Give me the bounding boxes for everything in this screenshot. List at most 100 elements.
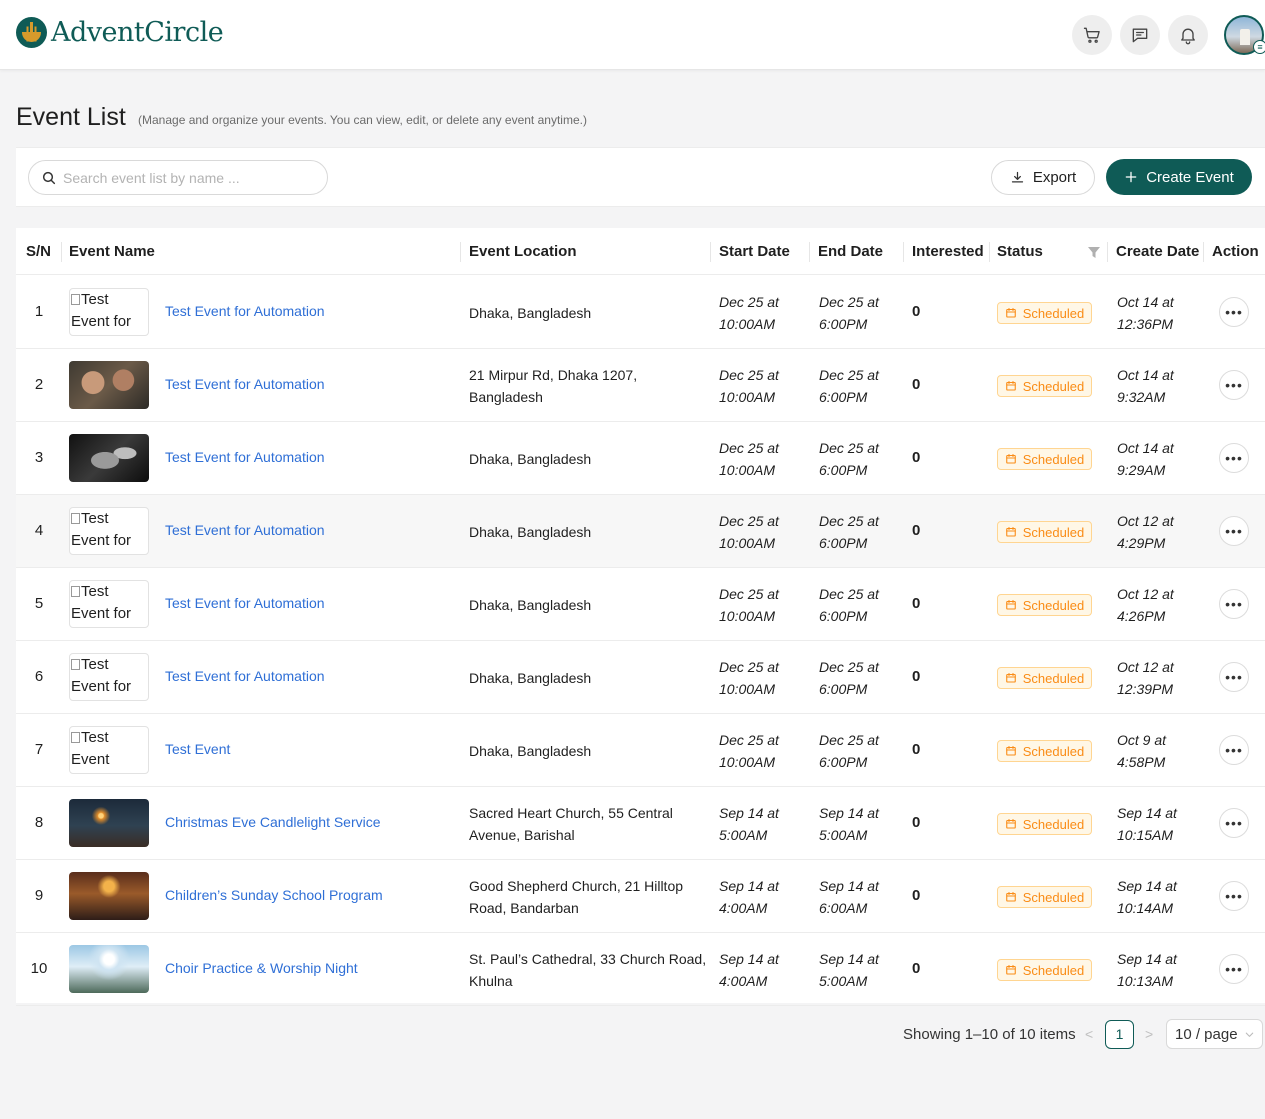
plus-icon xyxy=(1125,171,1137,183)
cart-icon xyxy=(1083,27,1100,43)
location-line: Avenue, Barishal xyxy=(469,827,575,843)
status-badge: Scheduled xyxy=(997,740,1092,762)
table-row[interactable]: 4 Test Event for Test Event for Automation… xyxy=(16,495,1265,568)
event-name-link[interactable]: Test Event for Automation xyxy=(165,376,325,392)
more-icon: ••• xyxy=(1225,669,1243,685)
top-navbar: AdventCircle ≡ xyxy=(0,0,1265,70)
time-line: 6:00PM xyxy=(819,316,868,332)
column-header-interested[interactable]: Interested xyxy=(912,228,984,275)
event-name-link[interactable]: Children’s Sunday School Program xyxy=(165,887,383,903)
bell-icon xyxy=(1181,28,1195,45)
export-button[interactable]: Export xyxy=(991,160,1095,195)
table-row[interactable]: 7 Test Event Test Event Dhaka, Bangladesh De… xyxy=(16,714,1265,787)
column-header-create-date[interactable]: Create Date xyxy=(1116,228,1199,275)
status-badge: Scheduled xyxy=(997,813,1092,835)
event-thumbnail[interactable]: Test Event for xyxy=(69,580,149,628)
prev-page-button[interactable]: < xyxy=(1085,1026,1093,1042)
row-actions-button[interactable]: ••• xyxy=(1219,589,1249,619)
row-actions-button[interactable]: ••• xyxy=(1219,516,1249,546)
interested-count: 0 xyxy=(912,595,921,612)
event-name-link[interactable]: Test Event xyxy=(165,741,230,757)
thumbnail-alt-text: Test Event for xyxy=(71,583,132,622)
event-location: Dhaka, Bangladesh xyxy=(469,667,709,689)
event-thumbnail[interactable] xyxy=(69,434,149,482)
event-name-link[interactable]: Choir Practice & Worship Night xyxy=(165,960,358,976)
table-row[interactable]: 2 Test Event for Automation 21 Mirpur Rd, … xyxy=(16,349,1265,422)
date-line: Oct 9 at xyxy=(1117,732,1167,748)
create-date: Oct 12 at 12:39PM xyxy=(1117,656,1174,700)
menu-icon[interactable]: ≡ xyxy=(1253,40,1265,54)
row-sn: 6 xyxy=(34,668,44,685)
event-name-link[interactable]: Test Event for Automation xyxy=(165,303,325,319)
row-actions-button[interactable]: ••• xyxy=(1219,954,1249,984)
row-actions-button[interactable]: ••• xyxy=(1219,443,1249,473)
interested-count: 0 xyxy=(912,814,921,831)
filter-icon[interactable] xyxy=(1088,247,1100,258)
search-input[interactable] xyxy=(63,169,313,186)
app-logo[interactable]: AdventCircle xyxy=(16,17,224,48)
table-header: S/N Event Name Event Location Start Date… xyxy=(16,228,1265,275)
event-name-link[interactable]: Test Event for Automation xyxy=(165,668,325,684)
notifications-button[interactable] xyxy=(1168,15,1208,55)
page-size-select[interactable]: 10 / page xyxy=(1166,1019,1263,1049)
event-name-link[interactable]: Test Event for Automation xyxy=(165,449,325,465)
row-actions-button[interactable]: ••• xyxy=(1219,808,1249,838)
time-line: 10:00AM xyxy=(719,316,776,332)
search-icon xyxy=(42,171,56,184)
table-row[interactable]: 6 Test Event for Test Event for Automation… xyxy=(16,641,1265,714)
row-sn: 5 xyxy=(34,595,44,612)
row-sn: 3 xyxy=(34,449,44,466)
row-actions-button[interactable]: ••• xyxy=(1219,370,1249,400)
pagination-summary: Showing 1–10 of 10 items xyxy=(903,1026,1076,1043)
more-icon: ••• xyxy=(1225,596,1243,612)
table-row[interactable]: 9 Children’s Sunday School Program Good Sh… xyxy=(16,860,1265,933)
cart-button[interactable] xyxy=(1072,15,1112,55)
column-header-start-date[interactable]: Start Date xyxy=(719,228,790,275)
location-line: Dhaka, Bangladesh xyxy=(469,670,592,686)
event-thumbnail[interactable]: Test Event for xyxy=(69,288,149,336)
table-row[interactable]: 3 Test Event for Automation Dhaka, Banglad… xyxy=(16,422,1265,495)
status-badge: Scheduled xyxy=(997,375,1092,397)
event-thumbnail[interactable]: Test Event xyxy=(69,726,149,774)
create-event-button[interactable]: Create Event xyxy=(1106,159,1252,195)
status-badge: Scheduled xyxy=(997,594,1092,616)
calendar-icon xyxy=(1005,745,1016,756)
row-actions-button[interactable]: ••• xyxy=(1219,297,1249,327)
status-label: Scheduled xyxy=(1022,889,1085,905)
event-location: Dhaka, Bangladesh xyxy=(469,594,709,616)
event-thumbnail[interactable]: Test Event for xyxy=(69,507,149,555)
table-row[interactable]: 5 Test Event for Test Event for Automation… xyxy=(16,568,1265,641)
table-row[interactable]: 10 Choir Practice & Worship Night St. Paul… xyxy=(16,933,1265,1006)
end-date: Dec 25 at 6:00PM xyxy=(819,656,879,700)
calendar-icon xyxy=(1005,380,1016,391)
row-actions-button[interactable]: ••• xyxy=(1219,881,1249,911)
column-header-event-location[interactable]: Event Location xyxy=(469,228,577,275)
messages-button[interactable] xyxy=(1120,15,1160,55)
event-thumbnail[interactable]: Test Event for xyxy=(69,653,149,701)
start-date: Dec 25 at 10:00AM xyxy=(719,364,779,408)
next-page-button[interactable]: > xyxy=(1145,1026,1153,1042)
download-icon xyxy=(1011,171,1023,183)
row-actions-button[interactable]: ••• xyxy=(1219,735,1249,765)
column-header-sn[interactable]: S/N xyxy=(26,228,51,275)
more-icon: ••• xyxy=(1225,523,1243,539)
column-header-event-name[interactable]: Event Name xyxy=(69,228,155,275)
table-row[interactable]: 1 Test Event for Test Event for Automation… xyxy=(16,276,1265,349)
page-1-button[interactable]: 1 xyxy=(1105,1020,1134,1049)
status-label: Scheduled xyxy=(1022,378,1085,394)
column-header-status[interactable]: Status xyxy=(997,228,1043,275)
event-name-link[interactable]: Test Event for Automation xyxy=(165,595,325,611)
event-thumbnail[interactable] xyxy=(69,799,149,847)
create-date: Oct 12 at 4:29PM xyxy=(1117,510,1174,554)
event-thumbnail[interactable] xyxy=(69,872,149,920)
interested-count: 0 xyxy=(912,376,921,393)
search-box[interactable] xyxy=(28,160,328,195)
column-header-end-date[interactable]: End Date xyxy=(818,228,883,275)
row-actions-button[interactable]: ••• xyxy=(1219,662,1249,692)
event-name-link[interactable]: Christmas Eve Candlelight Service xyxy=(165,814,381,830)
event-name-link[interactable]: Test Event for Automation xyxy=(165,522,325,538)
event-thumbnail[interactable] xyxy=(69,945,149,993)
event-thumbnail[interactable] xyxy=(69,361,149,409)
table-row[interactable]: 8 Christmas Eve Candlelight Service Sacred… xyxy=(16,787,1265,860)
export-label: Export xyxy=(1032,169,1077,186)
